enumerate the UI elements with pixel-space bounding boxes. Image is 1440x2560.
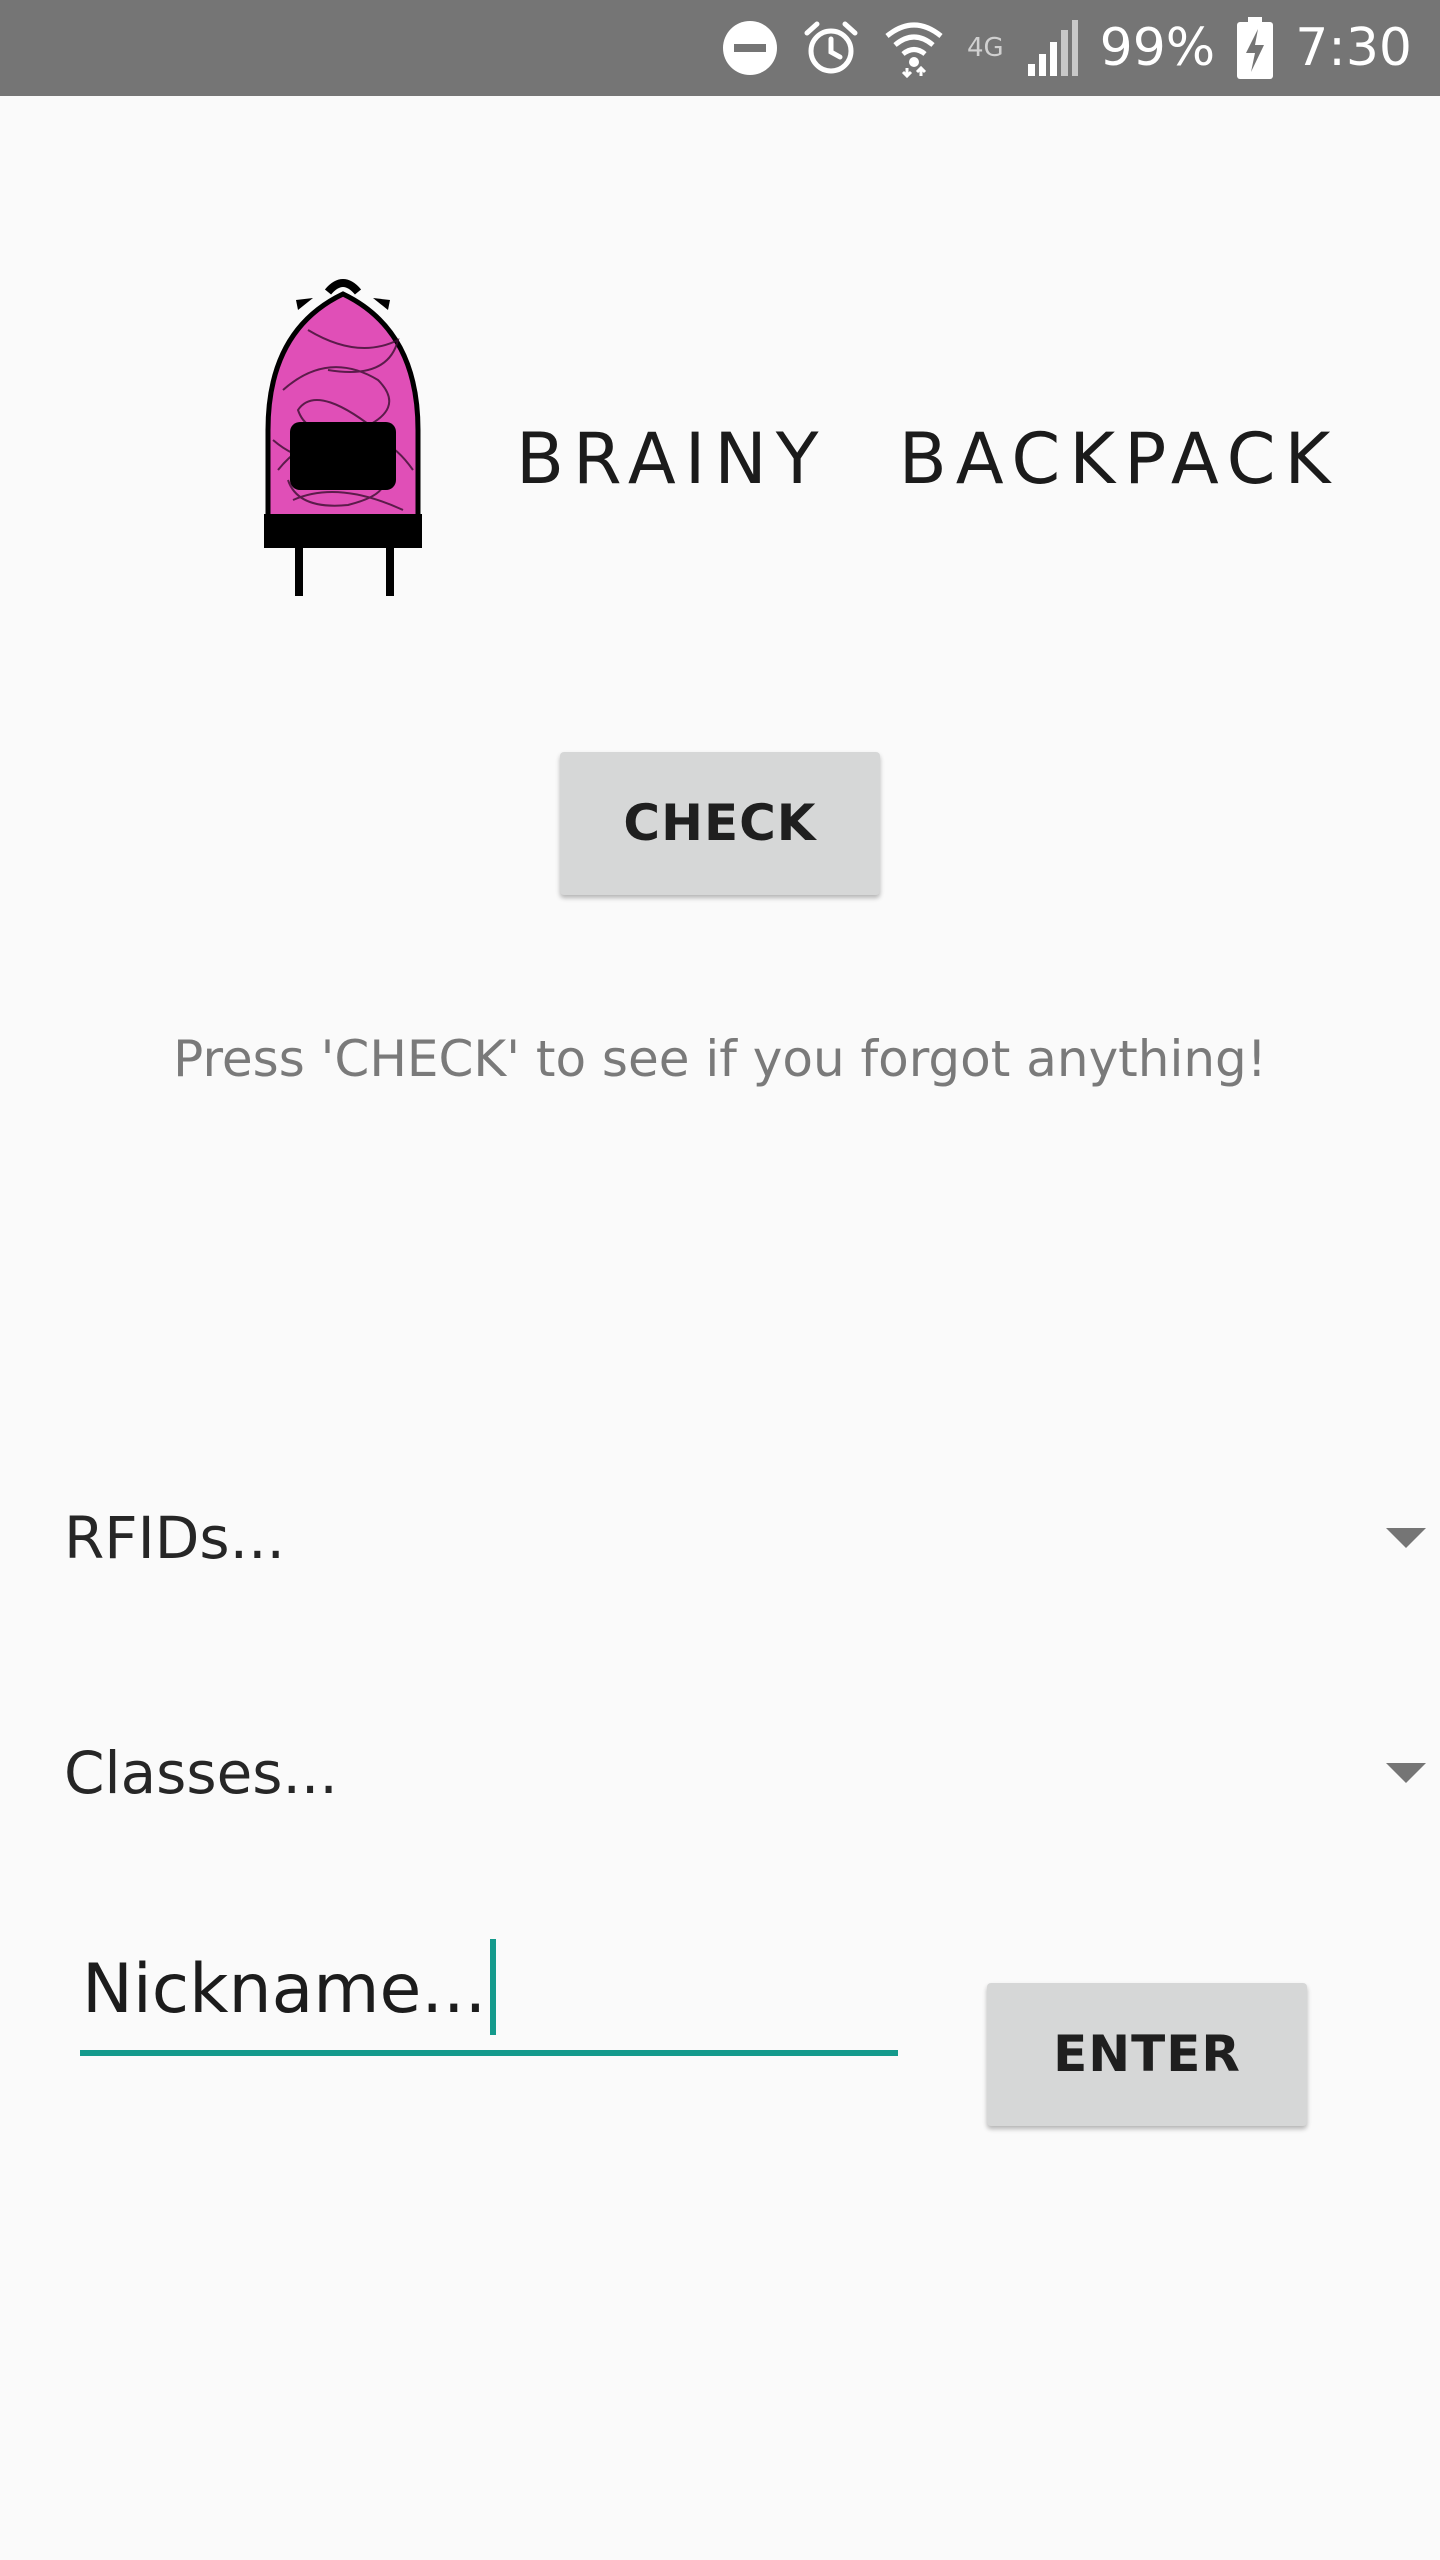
do-not-disturb-icon: [721, 19, 779, 77]
check-hint-text: Press 'CHECK' to see if you forgot anyth…: [173, 1030, 1267, 1088]
signal-icon: [1026, 20, 1078, 76]
app-header: BRAINY BACKPACK: [0, 270, 1440, 610]
enter-button[interactable]: ENTER: [987, 1983, 1307, 2126]
nickname-input-text: Nickname...: [82, 1930, 497, 2050]
clock: 7:30: [1295, 18, 1412, 78]
nickname-input[interactable]: Nickname...: [80, 1930, 898, 2056]
dropdown-arrow-icon: [1386, 1763, 1426, 1783]
wifi-icon: [883, 18, 945, 78]
status-bar: 4G 99% 7:30: [0, 0, 1440, 96]
classes-dropdown-label: Classes...: [64, 1739, 338, 1807]
backpack-icon: [238, 270, 448, 600]
classes-dropdown[interactable]: Classes...: [0, 1713, 1440, 1833]
battery-charging-icon: [1237, 17, 1274, 79]
check-button[interactable]: CHECK: [560, 752, 880, 895]
network-type-label: 4G: [966, 33, 1004, 63]
text-caret: [490, 1939, 497, 2036]
battery-percentage: 99%: [1099, 18, 1216, 78]
nickname-placeholder: Nickname...: [82, 1950, 487, 2029]
rfid-dropdown[interactable]: RFIDs...: [0, 1478, 1440, 1598]
status-icons: 4G 99% 7:30: [721, 0, 1412, 96]
rfid-dropdown-label: RFIDs...: [64, 1504, 285, 1572]
alarm-icon: [801, 18, 861, 78]
app-title: BRAINY BACKPACK: [516, 418, 1340, 500]
dropdown-arrow-icon: [1386, 1528, 1426, 1548]
